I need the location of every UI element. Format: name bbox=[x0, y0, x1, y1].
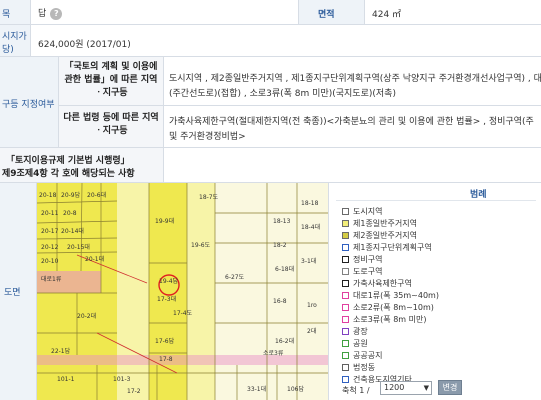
map-label: 20-11 bbox=[41, 210, 59, 217]
jimok-value-text: 답 bbox=[38, 9, 47, 19]
map-label: 18-13 bbox=[273, 218, 291, 225]
map-label: 20-15대 bbox=[67, 243, 90, 251]
regulation-label-1: 「토지이용규제 기본법 시행령」 bbox=[6, 156, 130, 166]
legend-item: 소로3류(폭 8m 미만) bbox=[342, 314, 426, 326]
price-value: 624,000원 (2017/01) bbox=[38, 40, 131, 50]
legend-swatch bbox=[342, 376, 349, 383]
map-label: 6-27도 bbox=[225, 274, 245, 281]
map-label: 17-3대 bbox=[157, 295, 176, 303]
map-label: 20-14대 bbox=[61, 227, 84, 235]
legend-item: 도로구역 bbox=[342, 266, 382, 278]
legend-swatch bbox=[342, 316, 349, 323]
legend-swatch bbox=[342, 280, 349, 287]
price-label-2: 당) bbox=[2, 45, 14, 55]
map-label: 17-2 bbox=[127, 388, 141, 395]
legend-item: 법정동 bbox=[342, 362, 375, 374]
legend-swatch bbox=[342, 208, 349, 215]
map-label: 17-4도 bbox=[173, 310, 193, 317]
legend-item: 광장 bbox=[342, 326, 368, 338]
map-label: 대로1류 bbox=[41, 275, 62, 283]
legend-title: 범례 bbox=[470, 190, 487, 200]
map-label: 소로3류 bbox=[263, 350, 284, 357]
map-road-zone-2 bbox=[187, 183, 215, 400]
map-label: 18-18 bbox=[301, 200, 319, 207]
legend-item: 소로2류(폭 8m~10m) bbox=[342, 302, 434, 314]
map-label: 20-12 bbox=[41, 244, 59, 251]
legend-swatch bbox=[342, 268, 349, 275]
map-label: 20-18 bbox=[39, 192, 57, 199]
jimok-label: 목 bbox=[2, 10, 11, 20]
map-label: 16-8 bbox=[273, 298, 287, 305]
map-label: 20-2대 bbox=[77, 312, 96, 320]
legend-swatch bbox=[342, 328, 349, 335]
zone-sub2-value-2: 및 주거환경정비법> bbox=[169, 132, 246, 142]
map-label: 19-6도 bbox=[191, 242, 211, 249]
legend-item: 제1종지구단위계획구역 bbox=[342, 242, 432, 254]
map-label: 18-2 bbox=[273, 242, 287, 249]
legend-swatch bbox=[342, 364, 349, 371]
land-use-map[interactable]: 20-18 20-9답 20-6대 20-11 20-8 20-17 20-14… bbox=[37, 183, 328, 400]
map-label: 20-17 bbox=[41, 228, 59, 235]
area-value: 424 ㎡ bbox=[372, 10, 402, 20]
map-road-zone bbox=[117, 183, 149, 400]
zone-sub2-value-1: 가축사육제한구역(절대제한지역(전 축종))<가축분뇨의 관리 및 이용에 관한… bbox=[169, 117, 534, 127]
legend-swatch bbox=[342, 292, 349, 299]
scale-label: 축척 1 / bbox=[342, 386, 370, 395]
jimok-value: 답? bbox=[38, 6, 63, 20]
legend-item: 가축사육제한구역 bbox=[342, 278, 412, 290]
map-road-pink-2 bbox=[37, 355, 328, 365]
map-label: 18-4대 bbox=[301, 223, 320, 231]
map-label: 도면 bbox=[4, 288, 21, 298]
zone-sub1-value-1: 도시지역 , 제2종일반주거지역 , 제1종지구단위계획구역(상주 낙양지구 주… bbox=[169, 74, 541, 84]
legend-item: 도시지역 bbox=[342, 206, 382, 218]
map-label: 6-18대 bbox=[275, 265, 294, 273]
legend-item: 공원 bbox=[342, 338, 368, 350]
map-label: 101-1 bbox=[57, 376, 75, 383]
legend-item: 대로1류(폭 35m~40m) bbox=[342, 290, 439, 302]
map-label: 106답 bbox=[287, 386, 304, 393]
zone-label: 구등 지정여부 bbox=[2, 100, 55, 110]
zone-sub1-value-2: (주간선도로)(접합) , 소로3류(폭 8m 미만)(국지도로)(저촉) bbox=[169, 89, 396, 99]
price-label-1: 시지가 bbox=[2, 32, 27, 42]
scale-select-value: 1200 bbox=[384, 383, 405, 392]
map-label: 16-2대 bbox=[275, 337, 294, 345]
legend-swatch bbox=[342, 232, 349, 239]
help-icon[interactable]: ? bbox=[50, 7, 63, 20]
area-label: 면적 bbox=[318, 10, 335, 20]
map-label: 18-7도 bbox=[199, 194, 219, 201]
legend-item: 정비구역 bbox=[342, 254, 382, 266]
map-label: 17-8 bbox=[159, 356, 173, 363]
scale-select[interactable]: 1200 ▼ bbox=[380, 381, 432, 395]
map-label: 20-10 bbox=[41, 258, 59, 265]
regulation-label-2: 제9조제4항 각 호에 해당되는 사항 bbox=[2, 169, 135, 179]
map-label: 17-6답 bbox=[155, 338, 175, 345]
scale-change-button[interactable]: 변경 bbox=[438, 380, 462, 395]
map-label: 20-1대 bbox=[85, 255, 104, 263]
map-label: 101-3 bbox=[113, 376, 131, 383]
zone-sub2-label: 다른 법령 등에 따른 지역ㆍ지구등 bbox=[63, 113, 159, 136]
zone-sub1-label: 「국토의 계획 및 이용에 관한 법률」에 따른 지역ㆍ지구등 bbox=[64, 62, 158, 98]
legend-swatch bbox=[342, 304, 349, 311]
chevron-down-icon: ▼ bbox=[423, 384, 429, 392]
map-label: 2대 bbox=[307, 327, 316, 335]
subject-parcel-label: 19-4답 bbox=[159, 278, 179, 285]
map-label: 19-9대 bbox=[155, 217, 174, 225]
map-label: 33-1대 bbox=[247, 385, 266, 393]
map-label: 20-8 bbox=[63, 210, 77, 217]
map-label: 22-1답 bbox=[51, 348, 71, 355]
legend-swatch bbox=[342, 352, 349, 359]
map-label: 1ro bbox=[307, 302, 317, 309]
map-label: 20-9답 bbox=[61, 192, 81, 199]
map-label: 20-6대 bbox=[87, 191, 106, 199]
legend-item: 제1종일반주거지역 bbox=[342, 218, 417, 230]
legend-item: 공공공지 bbox=[342, 350, 382, 362]
legend-swatch bbox=[342, 340, 349, 347]
legend-item: 제2종일반주거지역 bbox=[342, 230, 417, 242]
legend-swatch bbox=[342, 220, 349, 227]
legend-swatch bbox=[342, 256, 349, 263]
legend-swatch bbox=[342, 244, 349, 251]
map-label: 3-1대 bbox=[301, 257, 316, 265]
